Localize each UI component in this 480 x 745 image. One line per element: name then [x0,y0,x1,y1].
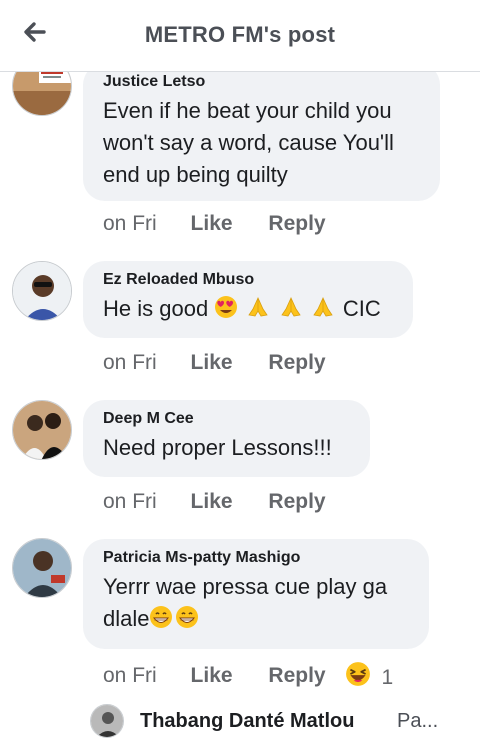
comment-actions: on Fri Like Reply [103,351,356,375]
comment-bubble[interactable]: Patricia Ms-patty Mashigo Yerrr wae pres… [83,539,429,649]
comment-bubble[interactable]: Deep M Cee Need proper Lessons!!! [83,400,370,477]
comment-time[interactable]: on Fri [103,664,157,688]
reaction-count: 1 [381,666,394,690]
folded-hands-emoji [313,297,333,317]
comment-author[interactable]: Justice Letso [103,73,420,91]
like-button[interactable]: Like [191,490,233,514]
folded-hands-emoji [248,297,269,317]
comment-actions: on Fri Like Reply [103,490,356,514]
reaction-summary[interactable]: 1 [345,661,393,690]
folded-hands-emoji [280,297,301,317]
comment-author[interactable]: Patricia Ms-patty Mashigo [103,549,409,567]
comment-author[interactable]: Ez Reloaded Mbuso [103,271,393,289]
comment-text: He is good CIC [103,293,393,325]
comment-text-start: He is good [103,296,209,321]
reply-button[interactable]: Reply [268,351,325,375]
avatar[interactable] [90,704,124,738]
comment-text-line1: Yerrr wae pressa cue play ga [103,574,388,599]
comment-text-end: CIC [342,296,381,321]
reply-button[interactable]: Reply [268,664,325,688]
like-button[interactable]: Like [191,664,233,688]
like-button[interactable]: Like [191,351,233,375]
comment-time[interactable]: on Fri [103,212,157,236]
heart-eyes-emoji [215,296,238,318]
like-button[interactable]: Like [191,212,233,236]
comment-time[interactable]: on Fri [103,351,157,375]
comment-bubble[interactable]: Ez Reloaded Mbuso He is good CIC [83,261,413,338]
reply-button[interactable]: Reply [268,490,325,514]
comment-text: Need proper Lessons!!! [103,435,332,460]
avatar[interactable] [12,400,72,460]
comment-author[interactable]: Deep M Cee [103,410,350,428]
laughing-emoji [346,662,371,686]
comment-actions: on Fri Like Reply 1 [103,661,393,690]
avatar[interactable] [12,538,72,598]
grinning-emoji [150,606,173,628]
grinning-emoji [176,606,199,628]
reply-snippet: Pa... [397,710,439,732]
reply-preview[interactable]: Thabang Danté Matlou Pa... [90,701,480,741]
reply-button[interactable]: Reply [268,212,325,236]
comment-time[interactable]: on Fri [103,490,157,514]
comment-text-end: dlale [103,606,150,631]
comment-actions: on Fri Like Reply [103,212,356,236]
comment-text-line2: dlale [103,603,409,635]
avatar[interactable] [12,261,72,321]
page-title: METRO FM's post [144,22,336,47]
comment-bubble[interactable]: Justice Letso Even if he beat your child… [83,63,440,201]
comment-text: Even if he beat your child you won't say… [103,98,394,187]
reply-author[interactable]: Thabang Danté Matlou [140,710,354,733]
top-bar: METRO FM's post [0,0,480,72]
